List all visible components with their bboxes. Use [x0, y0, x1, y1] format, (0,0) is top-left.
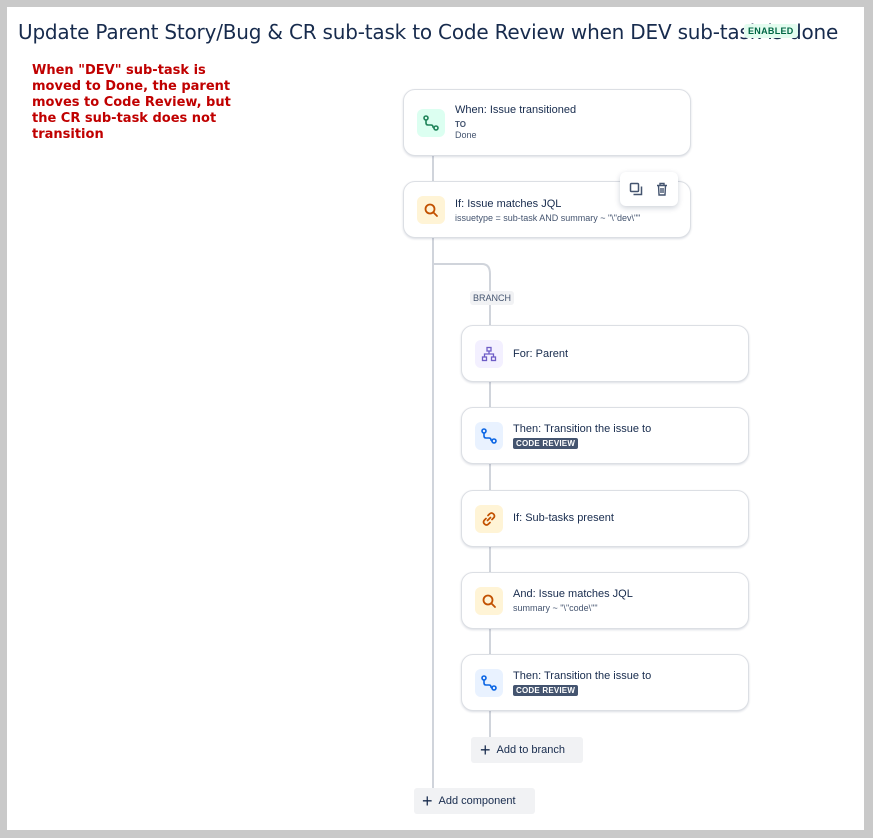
annotation-note: When "DEV" sub-task is moved to Done, th… — [32, 63, 231, 142]
status-lozenge-1: CODE REVIEW — [513, 438, 579, 449]
search-icon — [417, 196, 445, 224]
plus-icon: + — [422, 791, 433, 811]
link-icon — [475, 505, 503, 533]
condition-jql: issuetype = sub-task AND summary ~ "\"de… — [455, 213, 641, 223]
rule-title: Update Parent Story/Bug & CR sub-task to… — [18, 20, 839, 44]
search-icon — [475, 587, 503, 615]
trigger-card[interactable]: When: Issue transitioned TO Done — [403, 89, 691, 156]
hierarchy-icon — [475, 340, 503, 368]
branch-transition-card-2[interactable]: Then: Transition the issue to CODE REVIE… — [461, 654, 749, 711]
branch-tail-connector — [489, 707, 491, 737]
condition-title: If: Issue matches JQL — [455, 198, 562, 210]
branch-for-card[interactable]: For: Parent — [461, 325, 749, 382]
plus-icon: + — [480, 740, 491, 760]
branch-for-title: For: Parent — [513, 348, 569, 360]
card-toolbar — [620, 172, 678, 206]
branch-jql-title: And: Issue matches JQL — [513, 588, 633, 600]
branch-transition-card-1[interactable]: Then: Transition the issue to CODE REVIE… — [461, 407, 749, 464]
branch-label: BRANCH — [470, 291, 515, 305]
branch-subtasks-card[interactable]: If: Sub-tasks present — [461, 490, 749, 547]
rule-editor-canvas: Update Parent Story/Bug & CR sub-task to… — [7, 7, 864, 830]
trigger-to-value: Done — [455, 130, 477, 140]
branch-jql-query: summary ~ "\"code\"" — [513, 603, 598, 613]
add-component-button[interactable]: + Add component — [414, 788, 535, 814]
add-to-branch-button[interactable]: + Add to branch — [471, 737, 583, 763]
branch-transition-title-1: Then: Transition the issue to — [513, 423, 652, 435]
add-component-label: Add component — [438, 795, 516, 807]
transition-icon — [475, 669, 503, 697]
trigger-title: When: Issue transitioned — [455, 104, 577, 116]
add-to-branch-label: Add to branch — [496, 744, 566, 756]
status-lozenge-2: CODE REVIEW — [513, 685, 579, 696]
status-badge: ENABLED — [744, 24, 798, 38]
copy-icon[interactable] — [625, 178, 647, 200]
trash-icon[interactable] — [651, 178, 673, 200]
branch-jql-card[interactable]: And: Issue matches JQL summary ~ "\"code… — [461, 572, 749, 629]
transition-icon — [475, 422, 503, 450]
transition-icon — [417, 109, 445, 137]
branch-subtasks-title: If: Sub-tasks present — [513, 512, 614, 524]
trigger-to-label: TO — [455, 120, 466, 129]
branch-transition-title-2: Then: Transition the issue to — [513, 670, 652, 682]
